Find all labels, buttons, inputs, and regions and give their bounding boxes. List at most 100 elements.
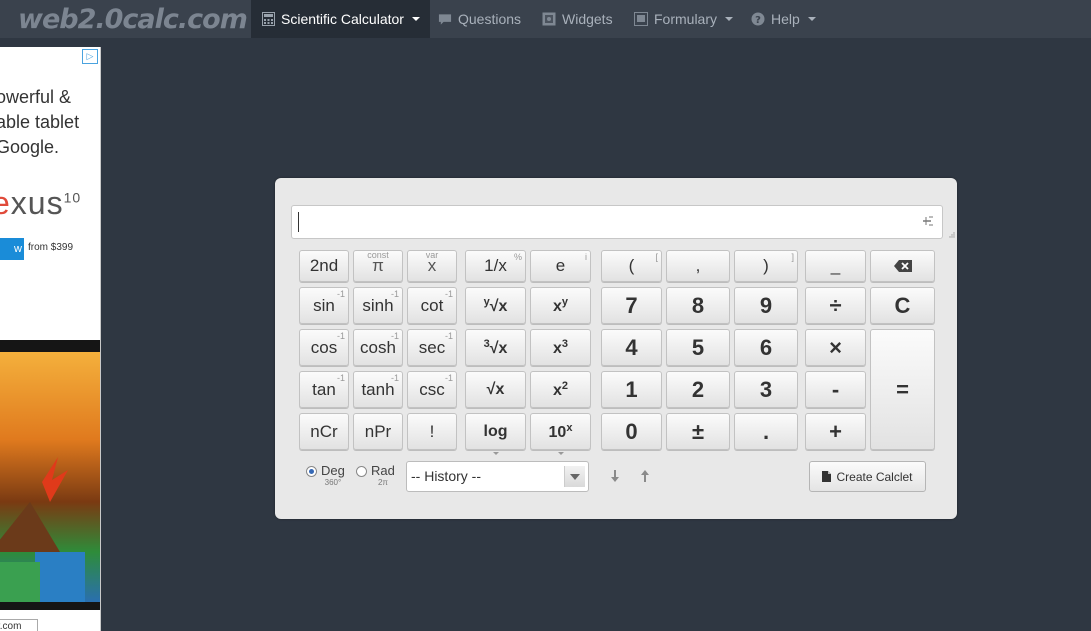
x-var-button[interactable]: var x (407, 250, 457, 282)
x-power-y-button[interactable]: xy (530, 287, 591, 324)
button-label: log (483, 422, 508, 440)
button-label: csc (419, 379, 445, 399)
digit-4-button[interactable]: 4 (601, 329, 662, 366)
e-button[interactable]: ie (530, 250, 591, 282)
calculator-panel: 2nd const π var x % 1/x ie [( , ]) _ -1 sin … (275, 178, 957, 519)
square-root-button[interactable]: √x (465, 371, 526, 408)
exponent-label: 2 (561, 379, 569, 392)
ad-button[interactable]: w (0, 238, 24, 260)
minus-button[interactable]: - (805, 371, 866, 408)
nav-formulary[interactable]: Formulary (634, 0, 734, 38)
calculator-display[interactable] (291, 205, 943, 239)
ad-url[interactable]: r.com (0, 619, 38, 631)
digit-7-button[interactable]: 7 (601, 287, 662, 324)
rad-radio-option[interactable]: Rad 2π (356, 463, 395, 487)
nav-scientific-calculator[interactable]: Scientific Calculator (251, 0, 430, 38)
deg-label-group: Deg 360° (321, 463, 345, 487)
sin-button[interactable]: -1 sin (299, 287, 349, 324)
rad-label-group: Rad 2π (371, 463, 395, 487)
digit-8-button[interactable]: 8 (666, 287, 730, 324)
divide-button[interactable]: ÷ (805, 287, 866, 324)
history-select[interactable]: -- History -- (406, 461, 589, 492)
backspace-button[interactable] (870, 250, 935, 282)
cube-root-button[interactable]: 3√x (465, 329, 526, 366)
plus-button[interactable]: + (805, 413, 866, 450)
base-label: x (552, 381, 562, 399)
chevron-down-icon[interactable] (564, 466, 585, 487)
more-options-indicator (492, 452, 499, 455)
plus-minus-button[interactable]: ± (666, 413, 730, 450)
ad-brand-sup: 10 (63, 189, 82, 206)
tanh-button[interactable]: -1 tanh (353, 371, 403, 408)
button-label: 9 (759, 292, 773, 318)
deg-radio[interactable] (306, 466, 317, 477)
button-label: sec (418, 337, 446, 357)
ad-copy-line: Google. (0, 137, 60, 157)
button-label: 2nd (309, 256, 339, 275)
arrow-down-icon[interactable] (608, 468, 622, 484)
insert-icon[interactable] (920, 214, 934, 228)
nav-widgets[interactable]: Widgets (542, 0, 613, 38)
x-squared-button[interactable]: x2 (530, 371, 591, 408)
button-label: 6 (759, 334, 773, 360)
advertisement[interactable]: ▷ owerful & able tablet Google. exus10 w… (0, 47, 101, 631)
cot-button[interactable]: -1 cot (407, 287, 457, 324)
button-label: cot (420, 295, 444, 315)
create-calclet-button[interactable]: Create Calclet (809, 461, 926, 492)
factorial-button[interactable]: ! (407, 413, 457, 450)
left-paren-button[interactable]: [( (601, 250, 662, 282)
csc-button[interactable]: -1 csc (407, 371, 457, 408)
calculator-icon (261, 12, 275, 26)
ad-price: from $399 (28, 242, 74, 253)
digit-9-button[interactable]: 9 (734, 287, 798, 324)
yth-root-button[interactable]: y√x (465, 287, 526, 324)
multiply-button[interactable]: × (805, 329, 866, 366)
arrow-up-icon[interactable] (638, 468, 652, 484)
ten-power-x-button[interactable]: 10x (530, 413, 591, 455)
cosh-button[interactable]: -1 cosh (353, 329, 403, 366)
reciprocal-button[interactable]: % 1/x (465, 250, 526, 282)
rad-radio[interactable] (356, 466, 367, 477)
nav-label: Formulary (654, 11, 718, 27)
document-icon (822, 471, 832, 482)
tan-button[interactable]: -1 tan (299, 371, 349, 408)
digit-3-button[interactable]: 3 (734, 371, 798, 408)
right-paren-button[interactable]: ]) (734, 250, 798, 282)
ad-tablet-screen (0, 352, 100, 607)
button-label: + (829, 418, 842, 444)
deg-radio-option[interactable]: Deg 360° (306, 463, 345, 487)
digit-1-button[interactable]: 1 (601, 371, 662, 408)
pi-button[interactable]: const π (353, 250, 403, 282)
button-label: nPr (364, 421, 392, 441)
ncr-button[interactable]: nCr (299, 413, 349, 450)
base-label: x (552, 339, 562, 357)
button-label: C (894, 292, 911, 318)
button-label: sin (313, 295, 335, 315)
decimal-point-button[interactable]: . (734, 413, 798, 450)
comma-button[interactable]: , (666, 250, 730, 282)
equals-button[interactable]: = (870, 329, 935, 450)
ad-choices-icon[interactable]: ▷ (82, 49, 98, 64)
npr-button[interactable]: nPr (353, 413, 403, 450)
sec-button[interactable]: -1 sec (407, 329, 457, 366)
nav-questions[interactable]: Questions (438, 0, 521, 38)
chevron-down-icon (411, 17, 420, 21)
underscore-button[interactable]: _ (805, 250, 866, 282)
digit-6-button[interactable]: 6 (734, 329, 798, 366)
ad-brand: exus10 (0, 185, 81, 222)
x-cubed-button[interactable]: x3 (530, 329, 591, 366)
clear-button[interactable]: C (870, 287, 935, 324)
button-label: √x (486, 380, 505, 398)
cos-button[interactable]: -1 cos (299, 329, 349, 366)
site-logo[interactable]: web2.0calc.com (18, 0, 248, 38)
resize-handle-icon[interactable] (949, 232, 955, 238)
log-button[interactable]: log (465, 413, 526, 455)
button-label: ! (429, 421, 435, 441)
digit-0-button[interactable]: 0 (601, 413, 662, 450)
button-label: 1 (625, 376, 638, 402)
nav-help[interactable]: ? Help (751, 0, 816, 38)
digit-5-button[interactable]: 5 (666, 329, 730, 366)
digit-2-button[interactable]: 2 (666, 371, 730, 408)
second-button[interactable]: 2nd (299, 250, 349, 282)
sinh-button[interactable]: -1 sinh (353, 287, 403, 324)
